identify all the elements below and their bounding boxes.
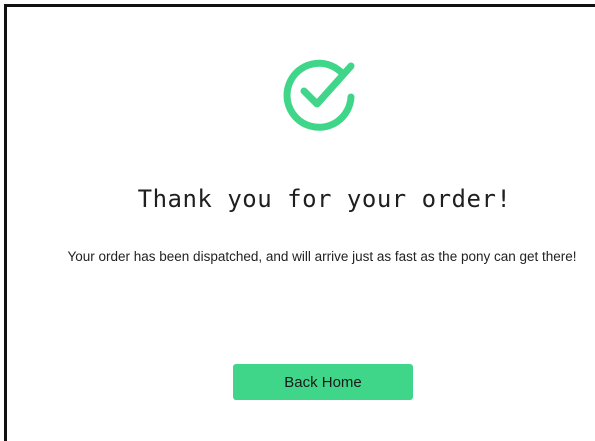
order-confirmation-card: Thank you for your order! Your order has…	[4, 4, 595, 441]
confirmation-message: Your order has been dispatched, and will…	[67, 249, 577, 264]
back-home-button[interactable]: Back Home	[233, 364, 413, 400]
check-circle-icon	[278, 47, 362, 131]
page-title: Thank you for your order!	[137, 185, 512, 213]
